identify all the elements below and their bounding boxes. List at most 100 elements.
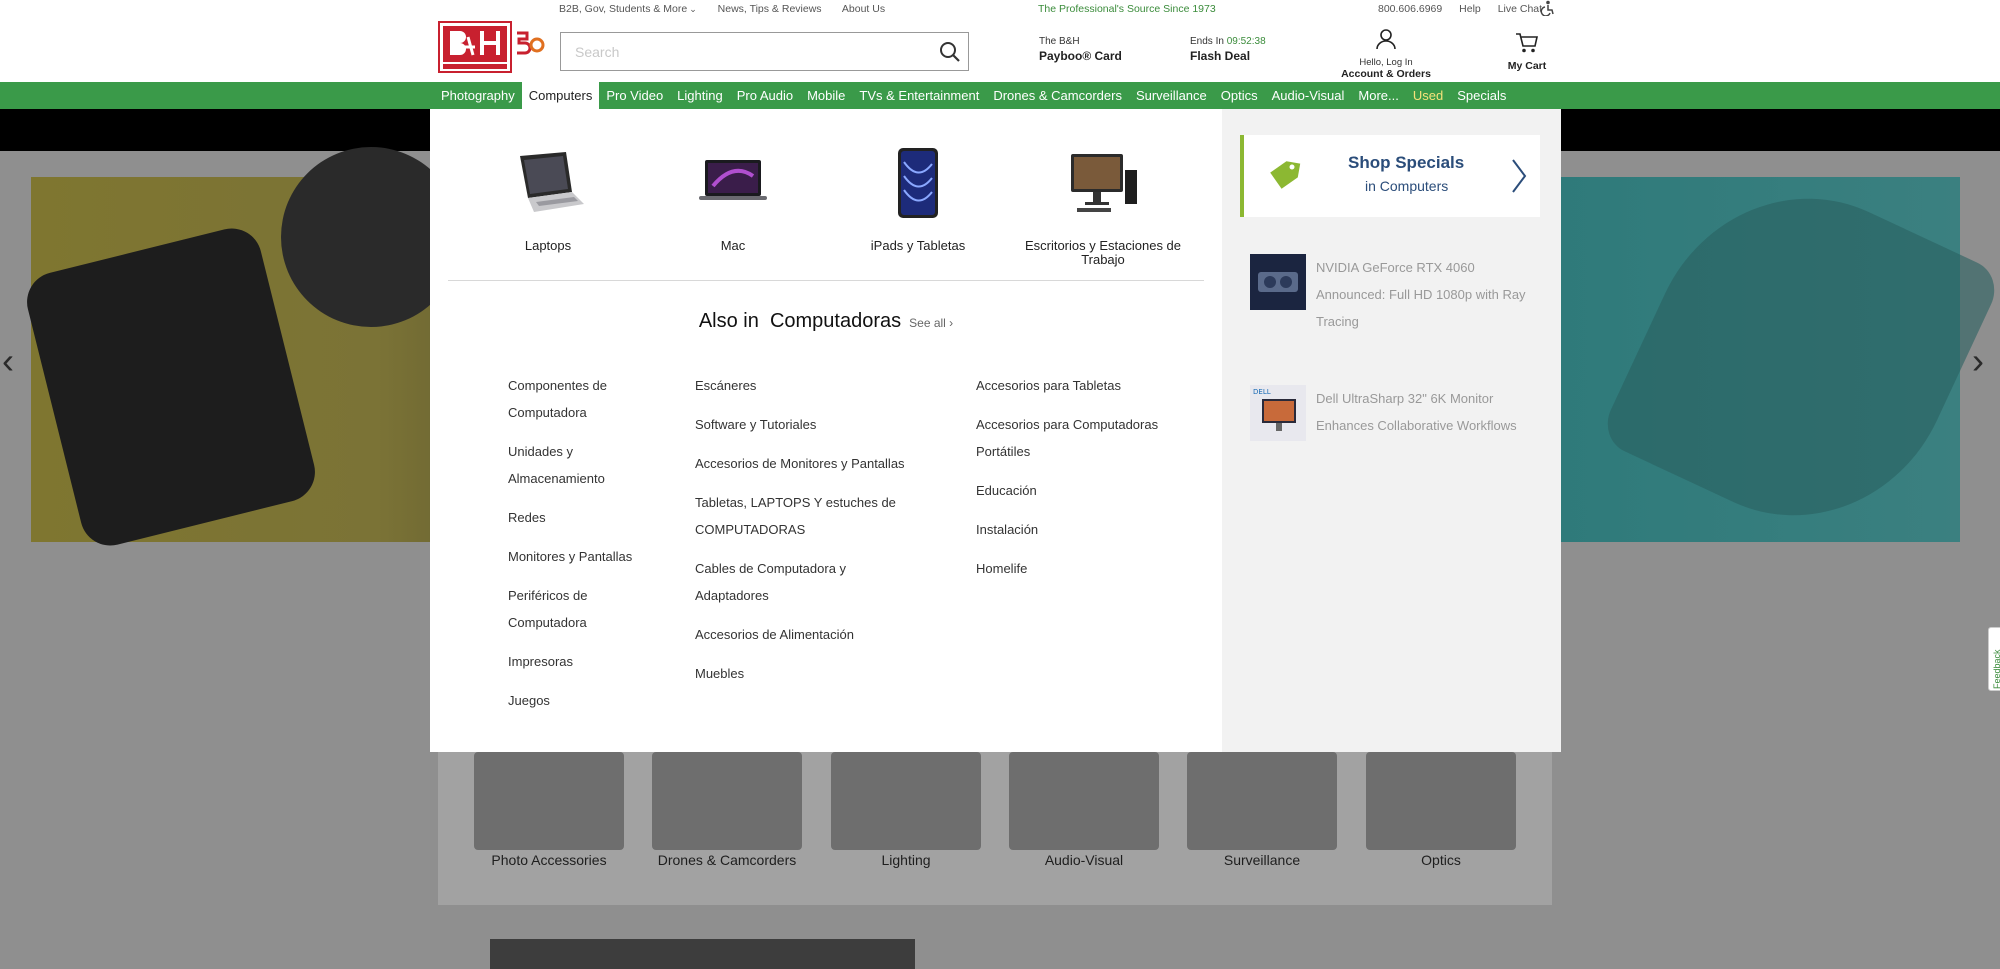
nav-used[interactable]: Used	[1406, 82, 1450, 109]
shop-specials-card[interactable]: Shop Specials in Computers	[1240, 135, 1540, 217]
category-image-photo-accessories[interactable]	[474, 752, 624, 850]
phone-link[interactable]: 800.606.6969	[1378, 3, 1442, 15]
nav-mobile[interactable]: Mobile	[800, 82, 852, 109]
macbook-image	[699, 160, 767, 200]
subcategory-link[interactable]: Accesorios para Computadoras Portátiles	[976, 411, 1161, 465]
subcategory-link[interactable]: Monitores y Pantallas	[508, 543, 648, 570]
product-laptops[interactable]: Laptops	[458, 142, 638, 253]
cart-button[interactable]: My Cart	[1502, 32, 1552, 72]
subcategory-link[interactable]: Juegos	[508, 687, 648, 714]
news-item-dell-ultrasharp[interactable]: DELL Dell UltraSharp 32" 6K Monitor Enha…	[1250, 385, 1540, 441]
subcategory-link[interactable]: Redes	[508, 504, 648, 531]
subcategory-link[interactable]: Impresoras	[508, 648, 648, 675]
desktop-image	[1071, 154, 1137, 212]
search-input[interactable]	[561, 33, 921, 70]
accessibility-icon[interactable]	[1540, 0, 1554, 19]
flash-timer: 09:52:38	[1226, 36, 1266, 47]
category-audio-visual[interactable]: Audio-Visual	[994, 852, 1174, 868]
nav-photography[interactable]: Photography	[434, 82, 522, 109]
account-label: Account & Orders	[1341, 68, 1431, 80]
about-link[interactable]: About Us	[842, 3, 885, 15]
nav-surveillance[interactable]: Surveillance	[1129, 82, 1214, 109]
see-all-label: See all	[909, 316, 946, 330]
subcategory-link[interactable]: Componentes de Computadora	[508, 372, 648, 426]
subcategory-link[interactable]: Homelife	[976, 555, 1161, 582]
subcategory-link[interactable]: Software y Tutoriales	[695, 411, 905, 438]
subcategory-link[interactable]: Accesorios de Monitores y Pantallas	[695, 450, 905, 477]
account-button[interactable]: Hello, Log In Account & Orders	[1340, 28, 1432, 80]
category-optics[interactable]: Optics	[1351, 852, 1531, 868]
subcategory-link[interactable]: Escáneres	[695, 372, 905, 399]
news-item-rtx4060[interactable]: NVIDIA GeForce RTX 4060 Announced: Full …	[1250, 254, 1540, 338]
nav-lighting[interactable]: Lighting	[670, 82, 730, 109]
category-image-surveillance[interactable]	[1187, 752, 1337, 850]
subcategory-link[interactable]: Accesorios de Alimentación	[695, 621, 905, 648]
subcategory-link[interactable]: Tabletas, LAPTOPS Y estuches de COMPUTAD…	[695, 489, 905, 543]
subcategory-link[interactable]: Muebles	[695, 660, 905, 687]
nav-specials[interactable]: Specials	[1450, 82, 1513, 109]
hero-camera-image	[20, 222, 322, 552]
laptop-image	[520, 152, 584, 212]
bh-logo[interactable]	[438, 21, 546, 73]
nav-pro-audio[interactable]: Pro Audio	[730, 82, 800, 109]
nav-computers[interactable]: Computers	[521, 82, 600, 109]
chevron-right-icon	[1512, 159, 1527, 193]
hero-leaf-image	[1597, 148, 2000, 566]
subcategory-column-3: Accesorios para Tabletas Accesorios para…	[976, 372, 1161, 594]
chevron-right-icon: ›	[945, 316, 954, 330]
help-link[interactable]: Help	[1459, 3, 1481, 15]
main-nav: Photography Computers Pro Video Lighting…	[0, 82, 2000, 109]
category-image-drones-camcorders[interactable]	[652, 752, 802, 850]
utility-links: B2B, Gov, Students & More ⌄ News, Tips & …	[559, 3, 903, 15]
flash-deal-link[interactable]: Ends In 09:52:38 Flash Deal	[1190, 36, 1266, 63]
subcategory-column-2: Escáneres Software y Tutoriales Accesori…	[695, 372, 905, 699]
nav-tvs-entertainment[interactable]: TVs & Entertainment	[852, 82, 986, 109]
carousel-prev-icon[interactable]: ‹	[2, 340, 14, 382]
category-surveillance[interactable]: Surveillance	[1172, 852, 1352, 868]
also-in-heading: Also in Computadoras See all ›	[430, 310, 1222, 333]
mega-divider	[448, 280, 1204, 281]
product-mac[interactable]: Mac	[643, 142, 823, 253]
shop-specials-title: Shop Specials	[1348, 153, 1465, 172]
shop-specials-subtitle: in Computers	[1365, 178, 1449, 194]
payboo-card-link[interactable]: The B&H Payboo® Card	[1039, 36, 1122, 63]
subcategory-link[interactable]: Accesorios para Tabletas	[976, 372, 1161, 399]
nav-optics[interactable]: Optics	[1214, 82, 1265, 109]
nav-more[interactable]: More...	[1351, 82, 1405, 109]
subcategory-link[interactable]: Instalación	[976, 516, 1161, 543]
see-all-link[interactable]: See all ›	[909, 316, 953, 330]
account-greeting: Hello, Log In	[1359, 57, 1413, 68]
site-header: B2B, Gov, Students & More ⌄ News, Tips & …	[0, 0, 2000, 82]
feedback-tab[interactable]: Feedback	[1988, 627, 2000, 691]
product-ipads-tabletas[interactable]: iPads y Tabletas	[828, 142, 1008, 253]
subcategory-link[interactable]: Educación	[976, 477, 1161, 504]
category-image-optics[interactable]	[1366, 752, 1516, 850]
nav-audio-visual[interactable]: Audio-Visual	[1265, 82, 1352, 109]
promo-image[interactable]	[490, 939, 915, 969]
search-icon[interactable]	[938, 40, 962, 64]
news-thumbnail	[1250, 254, 1306, 310]
price-tag-icon	[1270, 161, 1301, 189]
category-photo-accessories[interactable]: Photo Accessories	[459, 852, 639, 868]
search-box	[560, 32, 969, 71]
nav-drones-camcorders[interactable]: Drones & Camcorders	[986, 82, 1129, 109]
subcategory-link[interactable]: Unidades y Almacenamiento	[508, 438, 648, 492]
nav-pro-video[interactable]: Pro Video	[599, 82, 670, 109]
product-laptops-label: Laptops	[524, 238, 572, 253]
tagline: The Professional's Source Since 1973	[1038, 3, 1216, 15]
category-image-audio-visual[interactable]	[1009, 752, 1159, 850]
category-lighting[interactable]: Lighting	[816, 852, 996, 868]
cart-label: My Cart	[1507, 60, 1547, 72]
news-link[interactable]: News, Tips & Reviews	[718, 3, 822, 15]
b2b-link[interactable]: B2B, Gov, Students & More	[559, 3, 687, 15]
product-escritorios[interactable]: Escritorios y Estaciones de Trabajo	[1013, 142, 1193, 267]
category-drones-camcorders[interactable]: Drones & Camcorders	[637, 852, 817, 868]
subcategory-link[interactable]: Periféricos de Computadora	[508, 582, 648, 636]
subcategory-link[interactable]: Cables de Computadora y Adaptadores	[695, 555, 905, 609]
category-image-lighting[interactable]	[831, 752, 981, 850]
live-chat-link[interactable]: Live Chat	[1498, 3, 1542, 15]
subcategory-column-1: Componentes de Computadora Unidades y Al…	[508, 372, 648, 726]
payboo-line1: The B&H	[1039, 36, 1080, 47]
carousel-next-icon[interactable]: ›	[1972, 340, 1984, 382]
news-thumbnail: DELL	[1250, 385, 1306, 441]
